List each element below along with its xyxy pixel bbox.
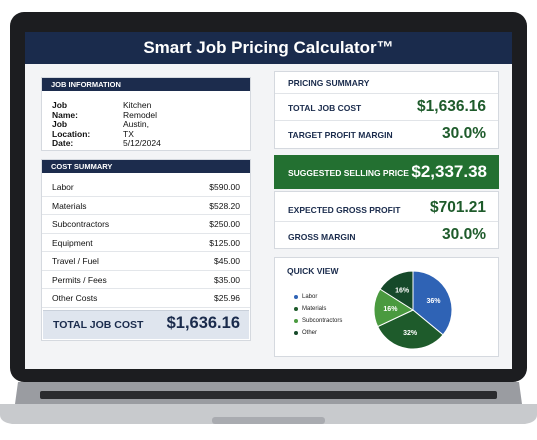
gross-profit-label: EXPECTED GROSS PROFIT	[288, 205, 401, 215]
pie-label-subcontractors: 16%	[383, 306, 398, 313]
legend-swatch	[294, 307, 298, 311]
cost-name: Other Costs	[52, 293, 98, 303]
gross-margin-label: GROSS MARGIN	[288, 232, 356, 242]
quick-view-pie-chart: 36% 32% 16% 16%	[373, 270, 453, 350]
suggested-price-value: $2,337.38	[411, 162, 487, 181]
cost-row-permits-fees: Permits / Fees $35.00	[42, 271, 250, 289]
target-margin-label: TARGET PROFIT MARGIN	[288, 130, 393, 140]
quick-view-header: QUICK VIEW	[287, 266, 339, 276]
total-job-cost-label: TOTAL JOB COST	[53, 319, 144, 331]
total-job-cost-value: $1,636.16	[166, 314, 240, 332]
cost-amount[interactable]: $45.00	[214, 256, 240, 266]
pie-label-materials: 32%	[403, 330, 418, 337]
legend-swatch	[294, 319, 298, 323]
job-date-value[interactable]: 5/12/2024	[123, 138, 161, 148]
app-screen: Smart Job Pricing Calculator™ JOB INFORM…	[25, 32, 512, 369]
pricing-divider	[275, 120, 498, 121]
cost-name: Permits / Fees	[52, 274, 107, 285]
cost-row-subcontractors: Subcontractors $250.00	[42, 215, 250, 234]
cost-name: Materials	[52, 200, 87, 211]
legend-label: Labor	[302, 294, 318, 300]
pricing-summary-header: PRICING SUMMARY	[288, 78, 370, 88]
job-name-value[interactable]: Kitchen Remodel	[123, 100, 157, 120]
profit-divider	[275, 221, 498, 222]
app-title: Smart Job Pricing Calculator™	[25, 32, 512, 64]
cost-amount[interactable]: $125.00	[209, 238, 240, 248]
gross-margin-value: 30.0%	[442, 226, 486, 243]
legend-swatch	[294, 295, 298, 299]
job-information-panel: JOB INFORMATION Job Name: Kitchen Remode…	[41, 77, 251, 151]
cost-row-labor: Labor $590.00	[42, 178, 250, 197]
total-job-cost-box: TOTAL JOB COST $1,636.16	[43, 310, 249, 339]
suggested-price-label: SUGGESTED SELLING PRICE	[288, 168, 409, 178]
profit-panel: EXPECTED GROSS PROFIT $701.21 GROSS MARG…	[274, 191, 499, 249]
pricing-divider	[275, 93, 498, 94]
cost-summary-panel: COST SUMMARY Labor $590.00 Materials $52…	[41, 159, 251, 341]
pricing-total-cost-label: TOTAL JOB COST	[288, 103, 362, 113]
legend-label: Subcontractors	[302, 318, 343, 324]
cost-amount[interactable]: $528.20	[209, 201, 240, 211]
cost-amount[interactable]: $590.00	[209, 182, 240, 192]
cost-name: Equipment	[52, 237, 93, 248]
pricing-summary-panel: PRICING SUMMARY TOTAL JOB COST $1,636.16…	[274, 71, 499, 149]
pricing-total-cost-value: $1,636.16	[417, 98, 486, 115]
quick-view-panel: QUICK VIEW Labor Materials Subcontractor…	[274, 257, 499, 357]
cost-row-travel-fuel: Travel / Fuel $45.00	[42, 252, 250, 271]
cost-summary-header: COST SUMMARY	[42, 160, 250, 173]
cost-row-materials: Materials $528.20	[42, 197, 250, 215]
pie-label-labor: 36%	[426, 298, 441, 305]
job-date-label: Date:	[52, 138, 74, 148]
cost-name: Labor	[52, 182, 74, 192]
job-information-header: JOB INFORMATION	[42, 78, 250, 91]
cost-amount[interactable]: $35.00	[214, 275, 240, 285]
job-location-label: Job Location:	[52, 119, 91, 139]
job-name-label: Job Name:	[52, 100, 78, 120]
pie-label-other: 16%	[395, 288, 410, 295]
suggested-price-box: SUGGESTED SELLING PRICE $2,337.38	[274, 155, 499, 189]
cost-name: Subcontractors	[52, 219, 110, 229]
target-margin-value[interactable]: 30.0%	[442, 125, 486, 143]
legend-label: Materials	[302, 306, 327, 312]
cost-amount[interactable]: $25.96	[214, 293, 240, 303]
cost-row-equipment: Equipment $125.00	[42, 234, 250, 252]
cost-name: Travel / Fuel	[52, 256, 99, 266]
laptop-base	[0, 382, 537, 424]
legend-label: Other	[302, 330, 318, 336]
legend-swatch	[294, 331, 298, 335]
gross-profit-value: $701.21	[429, 199, 486, 216]
cost-amount[interactable]: $250.00	[209, 219, 240, 229]
cost-row-other-costs: Other Costs $25.96	[42, 289, 250, 308]
job-location-value[interactable]: Austin, TX	[123, 119, 149, 139]
